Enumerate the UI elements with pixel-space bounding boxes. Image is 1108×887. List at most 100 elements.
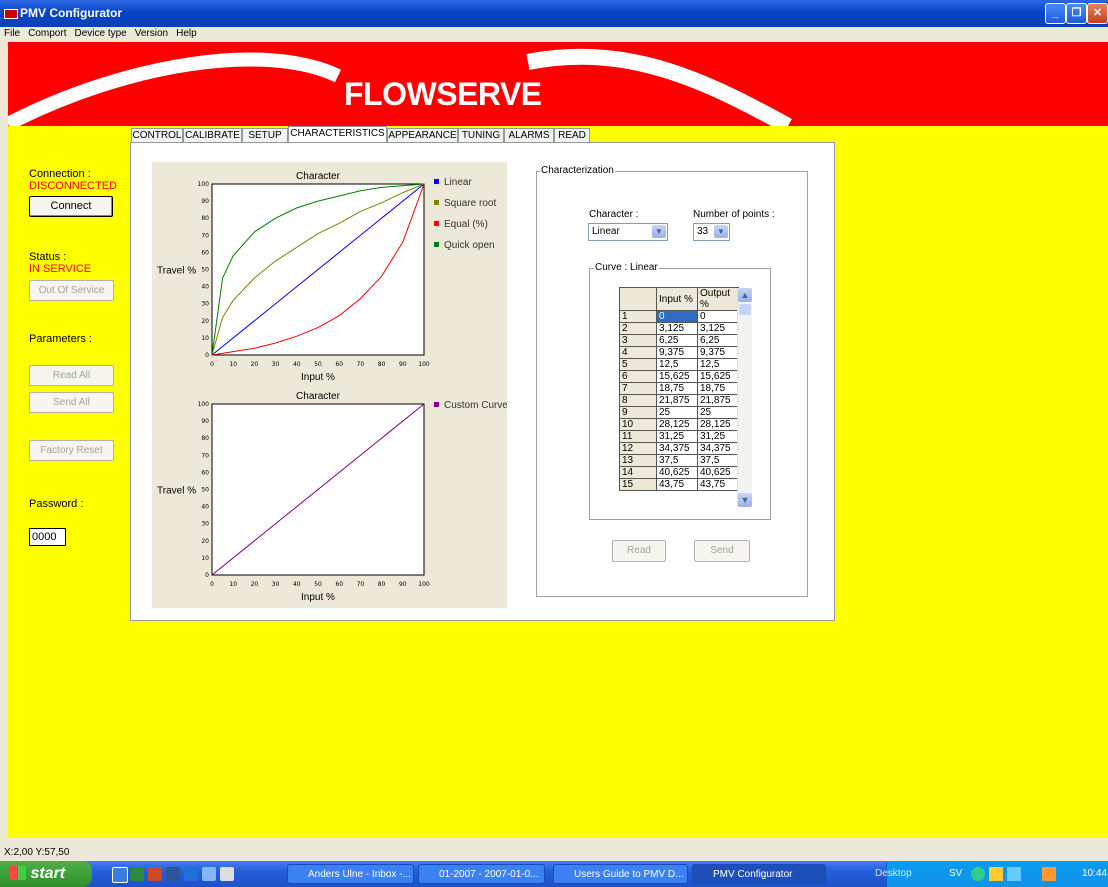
minimize-button[interactable]: _ (1045, 3, 1066, 24)
send-all-button[interactable]: Send All (29, 392, 114, 413)
tray-icon-2[interactable] (989, 867, 1003, 881)
input-cell[interactable]: 25 (656, 406, 698, 419)
password-field[interactable]: 0000 (29, 528, 66, 546)
input-cell[interactable]: 15,625 (656, 370, 698, 383)
output-cell[interactable]: 12,5 (697, 358, 739, 371)
scroll-thumb[interactable] (739, 304, 751, 315)
input-cell[interactable]: 18,75 (656, 382, 698, 395)
network-icon[interactable] (1007, 867, 1021, 881)
chevron-down-icon[interactable]: ▼ (652, 225, 666, 238)
output-cell[interactable]: 31,25 (697, 430, 739, 443)
menu-help[interactable]: Help (172, 27, 201, 41)
tab-alarms[interactable]: ALARMS (504, 128, 554, 143)
tray-icon-3[interactable] (1042, 867, 1056, 881)
y-tick-label: 90 (201, 198, 209, 205)
read-button[interactable]: Read (612, 540, 666, 562)
character-select[interactable]: Linear ▼ (588, 223, 668, 241)
table-row[interactable]: 10 28,125 28,125 (619, 418, 739, 431)
desktop-toolbar-label[interactable]: Desktop (875, 868, 912, 879)
input-cell[interactable]: 0 (656, 310, 698, 323)
column-header-input[interactable]: Input % (656, 287, 698, 311)
column-header-output[interactable]: Output % (697, 287, 739, 311)
legend-swatch (434, 179, 439, 184)
menu-device-type[interactable]: Device type (70, 27, 130, 41)
tray-icon-1[interactable] (971, 867, 985, 881)
tab-setup[interactable]: SETUP (242, 128, 288, 143)
scroll-down-icon[interactable]: ▼ (738, 493, 752, 507)
send-button[interactable]: Send (694, 540, 750, 562)
scroll-up-icon[interactable]: ▲ (738, 288, 752, 302)
tab-tuning[interactable]: TUNING (458, 128, 504, 143)
outlook-icon[interactable] (184, 867, 198, 881)
table-row[interactable]: 6 15,625 15,625 (619, 370, 739, 383)
output-cell[interactable]: 21,875 (697, 394, 739, 407)
tab-read[interactable]: READ (554, 128, 590, 143)
input-cell[interactable]: 40,625 (656, 466, 698, 479)
tab-control[interactable]: CONTROL (131, 128, 183, 143)
language-indicator[interactable]: SV (949, 868, 962, 879)
table-row[interactable]: 5 12,5 12,5 (619, 358, 739, 371)
app-icon-2[interactable] (220, 867, 234, 881)
output-cell[interactable]: 37,5 (697, 454, 739, 467)
close-button[interactable]: ✕ (1087, 3, 1108, 24)
read-all-button[interactable]: Read All (29, 365, 114, 386)
excel-icon[interactable] (130, 867, 144, 881)
menu-comport[interactable]: Comport (24, 27, 70, 41)
task-folder[interactable]: 01-2007 - 2007-01-0... (418, 864, 545, 884)
start-button[interactable]: start (0, 861, 92, 887)
maximize-button[interactable]: ❐ (1066, 3, 1087, 24)
app-icon-1[interactable] (202, 867, 216, 881)
table-row[interactable]: 100 (619, 310, 739, 323)
table-row[interactable]: 8 21,875 21,875 (619, 394, 739, 407)
table-scrollbar[interactable]: ▲ ▼ (737, 288, 752, 507)
input-cell[interactable]: 9,375 (656, 346, 698, 359)
table-row[interactable]: 7 18,75 18,75 (619, 382, 739, 395)
table-row[interactable]: 2 3,125 3,125 (619, 322, 739, 335)
menu-file[interactable]: File (0, 27, 24, 41)
input-cell[interactable]: 31,25 (656, 430, 698, 443)
output-cell[interactable]: 15,625 (697, 370, 739, 383)
table-row[interactable]: 4 9,375 9,375 (619, 346, 739, 359)
x-tick-label: 60 (335, 361, 343, 368)
output-cell[interactable]: 34,375 (697, 442, 739, 455)
table-row[interactable]: 11 31,25 31,25 (619, 430, 739, 443)
table-row[interactable]: 3 6,25 6,25 (619, 334, 739, 347)
input-cell[interactable]: 12,5 (656, 358, 698, 371)
table-row[interactable]: 13 37,5 37,5 (619, 454, 739, 467)
menu-version[interactable]: Version (131, 27, 172, 41)
ie-icon[interactable] (112, 867, 128, 883)
tab-calibrate[interactable]: CALIBRATE (183, 128, 242, 143)
table-row[interactable]: 9 25 25 (619, 406, 739, 419)
legend-label: Quick open (444, 240, 495, 251)
out-of-service-button[interactable]: Out Of Service (29, 280, 114, 301)
connect-button[interactable]: Connect (29, 196, 113, 217)
input-cell[interactable]: 6,25 (656, 334, 698, 347)
output-cell[interactable]: 3,125 (697, 322, 739, 335)
output-cell[interactable]: 18,75 (697, 382, 739, 395)
table-row[interactable]: 15 43,75 43,75 (619, 478, 739, 491)
output-cell[interactable]: 25 (697, 406, 739, 419)
output-cell[interactable]: 6,25 (697, 334, 739, 347)
chevron-down-icon[interactable]: ▼ (714, 225, 728, 238)
powerpoint-icon[interactable] (148, 867, 162, 881)
factory-reset-button[interactable]: Factory Reset (29, 440, 114, 461)
output-cell[interactable]: 9,375 (697, 346, 739, 359)
tab-appearance[interactable]: APPEARANCE (387, 128, 458, 143)
output-cell[interactable]: 43,75 (697, 478, 739, 491)
input-cell[interactable]: 37,5 (656, 454, 698, 467)
output-cell[interactable]: 0 (697, 310, 739, 323)
table-row[interactable]: 14 40,625 40,625 (619, 466, 739, 479)
input-cell[interactable]: 21,875 (656, 394, 698, 407)
input-cell[interactable]: 43,75 (656, 478, 698, 491)
points-select[interactable]: 33 ▼ (693, 223, 730, 241)
input-cell[interactable]: 28,125 (656, 418, 698, 431)
task-outlook[interactable]: Anders Ulne - Inbox -... (287, 864, 414, 884)
input-cell[interactable]: 3,125 (656, 322, 698, 335)
table-row[interactable]: 12 34,375 34,375 (619, 442, 739, 455)
word-icon[interactable] (166, 867, 180, 881)
output-cell[interactable]: 40,625 (697, 466, 739, 479)
task-pmv-configurator[interactable]: PMV Configurator (692, 864, 826, 884)
output-cell[interactable]: 28,125 (697, 418, 739, 431)
input-cell[interactable]: 34,375 (656, 442, 698, 455)
task-users-guide[interactable]: Users Guide to PMV D... (553, 864, 688, 884)
